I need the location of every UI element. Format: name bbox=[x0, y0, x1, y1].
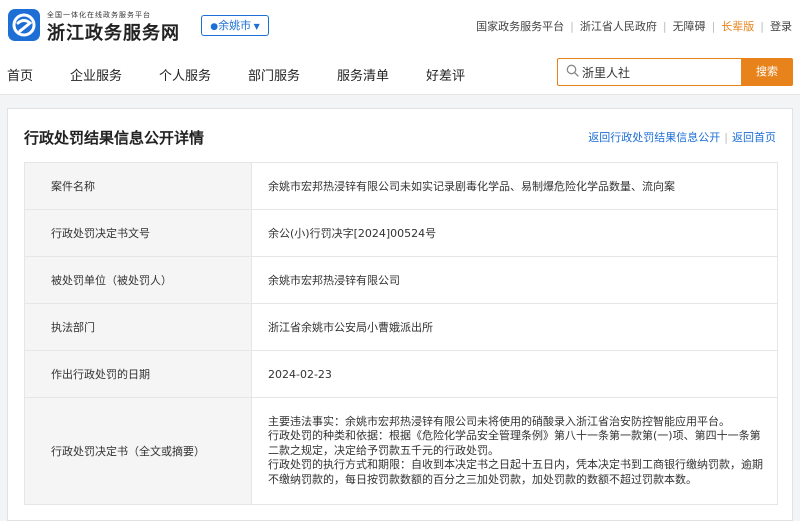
row-value-case-name: 余姚市宏邦热浸锌有限公司未如实记录剧毒化学品、易制爆危险化学品数量、流向案 bbox=[251, 162, 778, 210]
divider: | bbox=[570, 20, 574, 33]
caret-down-icon: ▼ bbox=[251, 22, 260, 31]
main-nav: 首页 企业服务 个人服务 部门服务 服务清单 好差评 搜索 bbox=[0, 50, 800, 95]
link-national-platform[interactable]: 国家政务服务平台 bbox=[476, 20, 564, 33]
divider: | bbox=[711, 20, 716, 33]
location-pin-icon: ● bbox=[210, 22, 219, 32]
search-button[interactable]: 搜索 bbox=[741, 58, 793, 86]
decision-paragraph-facts: 主要违法事实：余姚市宏邦热浸锌有限公司未将使用的硝酸录入浙江省治安防控智能应用平… bbox=[268, 414, 730, 428]
search-box bbox=[557, 58, 741, 86]
row-value-decision-number: 余公(小)行罚决字[2024]00524号 bbox=[251, 209, 778, 257]
link-elder-version[interactable]: 长辈版 bbox=[721, 20, 754, 33]
row-value-penalty-date: 2024-02-23 bbox=[251, 350, 778, 398]
top-links: 国家政务服务平台 | 浙江省人民政府 | 无障碍 | 长辈版 | 登录 bbox=[476, 18, 792, 34]
back-to-home-link[interactable]: 返回首页 bbox=[732, 131, 776, 144]
row-label-penalty-date: 作出行政处罚的日期 bbox=[24, 350, 252, 398]
nav-feedback[interactable]: 好差评 bbox=[426, 65, 465, 84]
nav-home[interactable]: 首页 bbox=[7, 65, 33, 84]
nav-department-services[interactable]: 部门服务 bbox=[248, 65, 300, 84]
table-row: 执法部门 浙江省余姚市公安局小曹娥派出所 bbox=[24, 303, 778, 351]
link-login[interactable]: 登录 bbox=[770, 20, 792, 33]
detail-table: 案件名称 余姚市宏邦热浸锌有限公司未如实记录剧毒化学品、易制爆危险化学品数量、流… bbox=[24, 162, 778, 505]
decision-paragraph-basis: 行政处罚的种类和依据：根据《危险化学品安全管理条例》第八十一条第一款第(一)项、… bbox=[268, 429, 761, 457]
row-value-penalized-party: 余姚市宏邦热浸锌有限公司 bbox=[251, 256, 778, 304]
city-selector[interactable]: ●余姚市 ▼ bbox=[201, 15, 269, 36]
nav-personal-services[interactable]: 个人服务 bbox=[159, 65, 211, 84]
decision-paragraph-execution: 行政处罚的执行方式和期限：自收到本决定书之日起十五日内，凭本决定书到工商银行缴纳… bbox=[268, 458, 763, 486]
table-row: 行政处罚决定书（全文或摘要） 主要违法事实：余姚市宏邦热浸锌有限公司未将使用的硝… bbox=[24, 397, 778, 505]
site-title[interactable]: 浙江政务服务网 bbox=[47, 19, 180, 45]
page-title: 行政处罚结果信息公开详情 bbox=[24, 129, 205, 147]
table-row: 行政处罚决定书文号 余公(小)行罚决字[2024]00524号 bbox=[24, 209, 778, 257]
zhejiang-logo-icon[interactable] bbox=[8, 9, 40, 41]
divider: | bbox=[662, 20, 667, 33]
nav-enterprise-services[interactable]: 企业服务 bbox=[70, 65, 122, 84]
table-row: 作出行政处罚的日期 2024-02-23 bbox=[24, 350, 778, 398]
top-header: 全国一体化在线政务服务平台 浙江政务服务网 ●余姚市 ▼ 国家政务服务平台 | 浙江… bbox=[0, 0, 800, 50]
row-label-decision-number: 行政处罚决定书文号 bbox=[24, 209, 252, 257]
row-label-case-name: 案件名称 bbox=[24, 162, 252, 210]
row-value-enforcement-dept: 浙江省余姚市公安局小曹娥派出所 bbox=[251, 303, 778, 351]
panel-links: 返回行政处罚结果信息公开 | 返回首页 bbox=[588, 129, 776, 145]
detail-panel: 行政处罚结果信息公开详情 返回行政处罚结果信息公开 | 返回首页 案件名称 余姚市宏… bbox=[7, 108, 793, 521]
search-input[interactable] bbox=[582, 63, 732, 81]
city-label: 余姚市 bbox=[218, 19, 252, 32]
search-icon bbox=[566, 64, 579, 80]
back-to-list-link[interactable]: 返回行政处罚结果信息公开 bbox=[588, 131, 720, 144]
divider: | bbox=[760, 20, 764, 33]
row-label-enforcement-dept: 执法部门 bbox=[24, 303, 252, 351]
table-row: 案件名称 余姚市宏邦热浸锌有限公司未如实记录剧毒化学品、易制爆危险化学品数量、流… bbox=[24, 162, 778, 210]
nav-service-list[interactable]: 服务清单 bbox=[337, 65, 389, 84]
row-label-decision-text: 行政处罚决定书（全文或摘要） bbox=[24, 397, 252, 505]
divider: | bbox=[724, 131, 728, 144]
row-value-decision-text: 主要违法事实：余姚市宏邦热浸锌有限公司未将使用的硝酸录入浙江省治安防控智能应用平… bbox=[251, 397, 778, 505]
table-row: 被处罚单位（被处罚人） 余姚市宏邦热浸锌有限公司 bbox=[24, 256, 778, 304]
row-label-penalized-party: 被处罚单位（被处罚人） bbox=[24, 256, 252, 304]
link-provincial-government[interactable]: 浙江省人民政府 bbox=[580, 20, 657, 33]
link-accessibility[interactable]: 无障碍 bbox=[673, 20, 706, 33]
